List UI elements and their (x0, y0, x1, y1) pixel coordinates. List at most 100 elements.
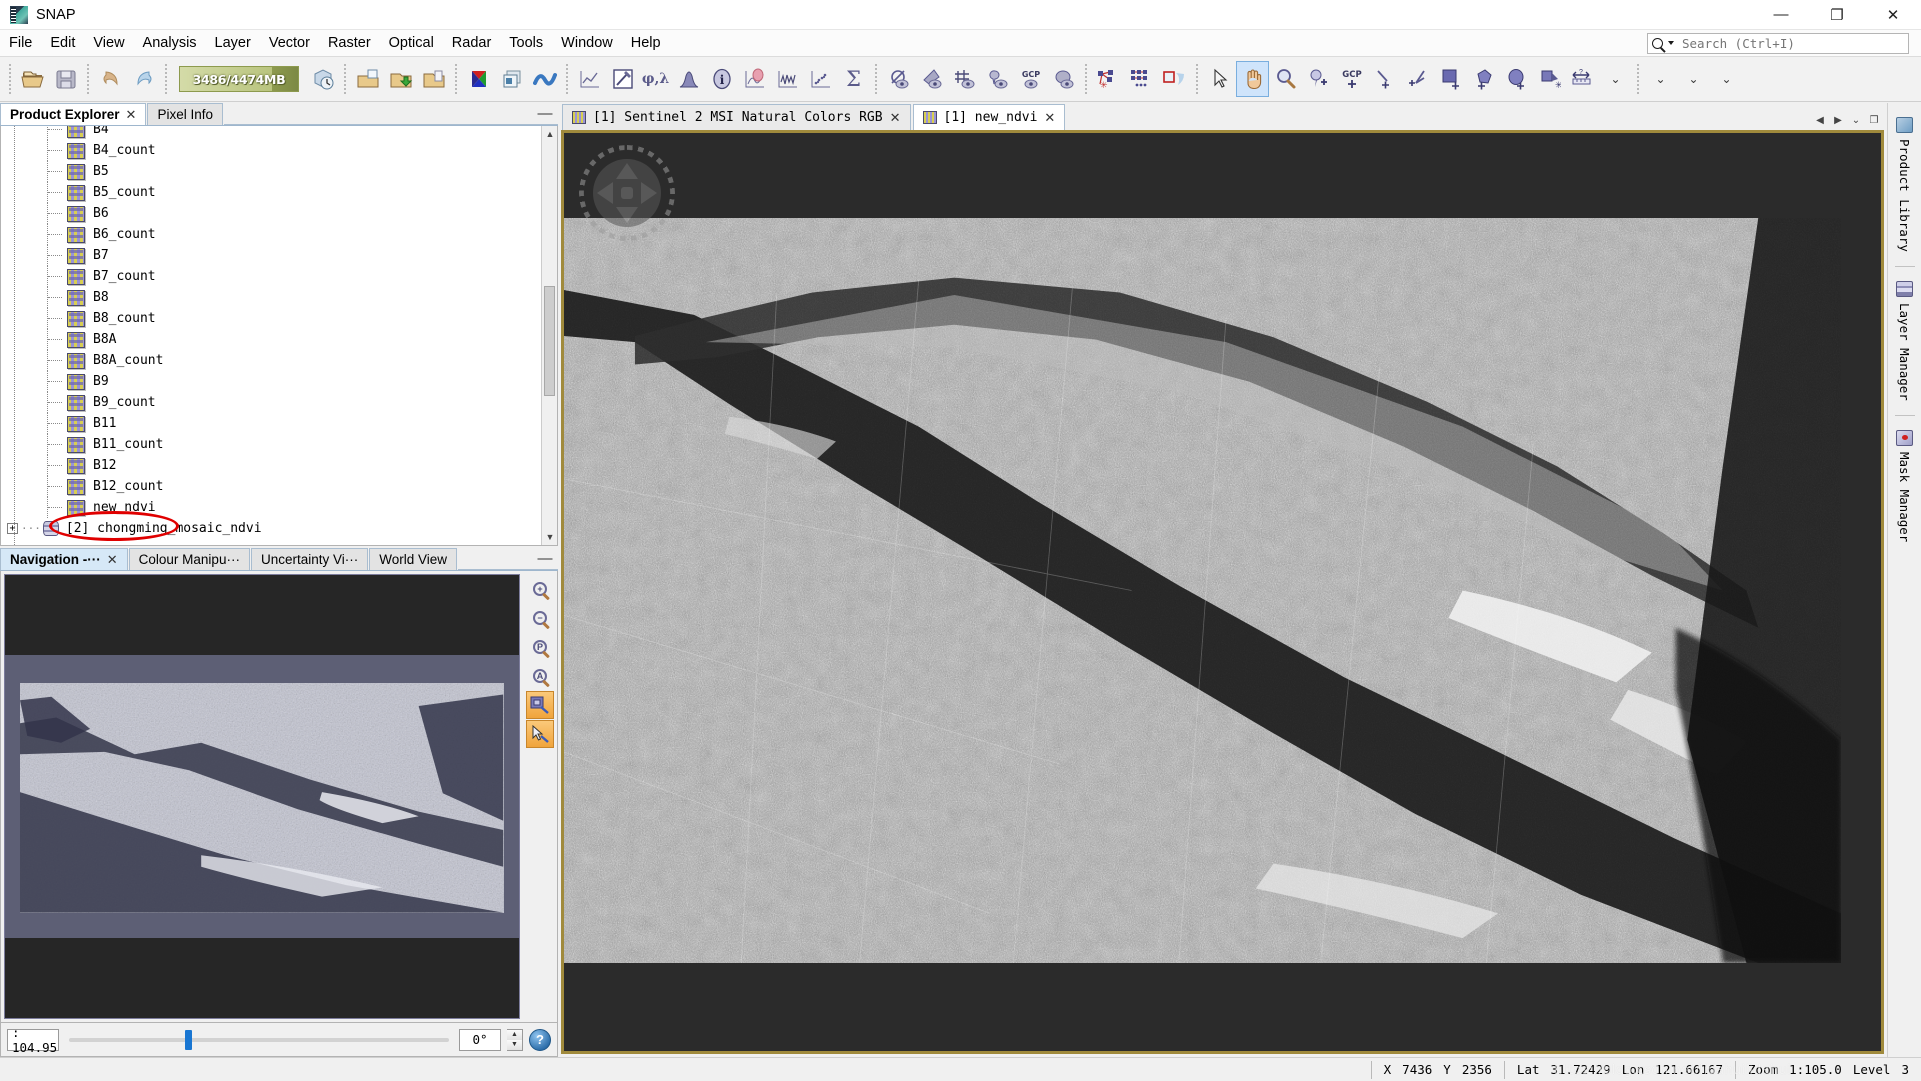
document-tab-sentinel-rgb[interactable]: [1] Sentinel 2 MSI Natural Colors RGB ✕ (562, 104, 911, 130)
toolbar-overflow-4[interactable]: ⌄ (1710, 61, 1743, 97)
tree-node-band[interactable]: B8_count (1, 308, 541, 329)
restore-window-button[interactable]: ❐ (1809, 0, 1865, 30)
gcp-overlay-button[interactable]: GCP (1014, 61, 1047, 97)
zoom-slider-handle[interactable] (185, 1030, 192, 1050)
document-tab-new-ndvi[interactable]: [1] new_ndvi ✕ (913, 104, 1066, 130)
menu-file[interactable]: File (0, 30, 41, 57)
menu-vector[interactable]: Vector (260, 30, 319, 57)
tree-node-band[interactable]: B6_count (1, 224, 541, 245)
tab-colour-manipulation[interactable]: Colour Manipu··· (129, 548, 250, 570)
menu-radar[interactable]: Radar (443, 30, 501, 57)
edit-button[interactable] (606, 61, 639, 97)
tree-node-band-new-ndvi[interactable]: new_ndvi (1, 497, 541, 518)
toolbar-overflow-3[interactable]: ⌄ (1677, 61, 1710, 97)
tab-list-dropdown-icon[interactable]: ⌄ (1849, 110, 1863, 130)
product-explorer-scrollbar[interactable]: ▲ ▼ (541, 126, 557, 545)
zoom-slider[interactable] (65, 1029, 453, 1051)
close-icon[interactable]: ✕ (890, 110, 901, 126)
menu-optical[interactable]: Optical (380, 30, 443, 57)
menu-raster[interactable]: Raster (319, 30, 380, 57)
tree-node-band[interactable]: B11 (1, 413, 541, 434)
memory-usage-indicator[interactable]: 3486/4474MB (179, 66, 299, 92)
tree-node-band[interactable]: B12 (1, 455, 541, 476)
zoom-out-button[interactable]: − (526, 604, 554, 632)
pin-overlay-button[interactable] (981, 61, 1014, 97)
search-box[interactable] (1647, 33, 1909, 54)
menu-edit[interactable]: Edit (41, 30, 84, 57)
minimize-product-explorer-button[interactable]: — (532, 103, 558, 125)
previous-tab-icon[interactable]: ◀ (1813, 110, 1827, 130)
dock-button-layer-manager[interactable]: Layer Manager (1896, 275, 1913, 407)
colour-manipulation-button[interactable] (738, 61, 771, 97)
expand-product-icon[interactable]: + (7, 523, 18, 534)
rgb-image-button[interactable] (462, 61, 495, 97)
tree-node-band[interactable]: B5_count (1, 182, 541, 203)
tree-node-product[interactable]: + ··· [2] chongming_mosaic_ndvi (1, 518, 541, 539)
export-button[interactable] (417, 61, 450, 97)
tab-uncertainty-visualisation[interactable]: Uncertainty Vi··· (251, 548, 368, 570)
minimize-navigation-button[interactable]: — (532, 548, 558, 570)
pin-placing-tool-button[interactable] (1302, 61, 1335, 97)
tree-node-band[interactable]: B8 (1, 287, 541, 308)
tree-node-band[interactable]: B6 (1, 203, 541, 224)
tree-node-band[interactable]: B8A_count (1, 350, 541, 371)
gcp-placing-tool-button[interactable]: GCP (1335, 61, 1368, 97)
tree-node-band[interactable]: B9_count (1, 392, 541, 413)
sync-cursors-button[interactable] (526, 720, 554, 748)
scrollbar-thumb[interactable] (544, 286, 555, 396)
select-tool-button[interactable] (1203, 61, 1236, 97)
close-window-button[interactable]: ✕ (1865, 0, 1921, 30)
geometry-overlay-button[interactable] (915, 61, 948, 97)
tab-navigation[interactable]: Navigation -··· ✕ (0, 548, 128, 570)
tree-node-band[interactable]: B9 (1, 371, 541, 392)
menu-window[interactable]: Window (552, 30, 622, 57)
tree-node-band[interactable]: B8A (1, 329, 541, 350)
zoom-in-button[interactable]: + (526, 575, 554, 603)
polyline-drawing-tool-button[interactable] (1401, 61, 1434, 97)
tab-product-explorer[interactable]: Product Explorer ✕ (0, 103, 146, 125)
zoom-factor-input[interactable]: : 104.95 (7, 1029, 59, 1051)
menu-view[interactable]: View (84, 30, 133, 57)
tab-pixel-info[interactable]: Pixel Info (147, 103, 223, 125)
dock-button-mask-manager[interactable]: Mask Manager (1896, 424, 1913, 548)
scroll-down-icon[interactable]: ▼ (542, 529, 558, 545)
search-icon[interactable] (1652, 38, 1674, 49)
menu-analysis[interactable]: Analysis (134, 30, 206, 57)
tree-node-band[interactable]: B11_count (1, 434, 541, 455)
rotation-input[interactable]: 0° (459, 1029, 501, 1051)
range-finder-tool-button[interactable]: ? (1566, 61, 1599, 97)
graticule-overlay-button[interactable] (948, 61, 981, 97)
batch-processing-button[interactable] (1125, 61, 1158, 97)
close-icon[interactable]: ✕ (107, 552, 118, 568)
image-view[interactable] (561, 130, 1884, 1054)
minimize-window-button[interactable]: — (1753, 0, 1809, 30)
ndvi-raster-image[interactable] (564, 218, 1841, 963)
tree-node-band[interactable]: B4 (1, 126, 541, 140)
polygon-drawing-tool-button[interactable] (1467, 61, 1500, 97)
histogram-button[interactable] (672, 61, 705, 97)
profile-plot-button[interactable] (573, 61, 606, 97)
magic-wand-tool-button[interactable]: ✳ (1533, 61, 1566, 97)
statistics-plot-button[interactable] (771, 61, 804, 97)
information-button[interactable]: i (705, 61, 738, 97)
tree-node-band[interactable]: B7 (1, 245, 541, 266)
zoom-to-pixel-resolution-button[interactable]: P (526, 633, 554, 661)
next-tab-icon[interactable]: ▶ (1831, 110, 1845, 130)
menu-layer[interactable]: Layer (206, 30, 260, 57)
navigation-thumbnail[interactable] (4, 574, 520, 1019)
tab-world-view[interactable]: World View (369, 548, 457, 570)
product-tree[interactable]: B4 B4_count B5 B5_count (1, 126, 541, 545)
redo-button[interactable] (127, 61, 160, 97)
help-button[interactable]: ? (529, 1029, 551, 1051)
subset-button[interactable] (351, 61, 384, 97)
rectangle-drawing-tool-button[interactable] (1434, 61, 1467, 97)
scatter-plot-button[interactable] (804, 61, 837, 97)
open-image-window-button[interactable] (495, 61, 528, 97)
zoom-tool-button[interactable] (1269, 61, 1302, 97)
geo-coding-button[interactable]: φ,λ (639, 61, 672, 97)
ellipse-drawing-tool-button[interactable] (1500, 61, 1533, 97)
close-icon[interactable]: ✕ (1044, 110, 1055, 126)
tree-node-band[interactable]: B12_count (1, 476, 541, 497)
rotation-decrease-icon[interactable]: ▼ (507, 1040, 522, 1050)
search-input[interactable] (1682, 36, 1904, 51)
